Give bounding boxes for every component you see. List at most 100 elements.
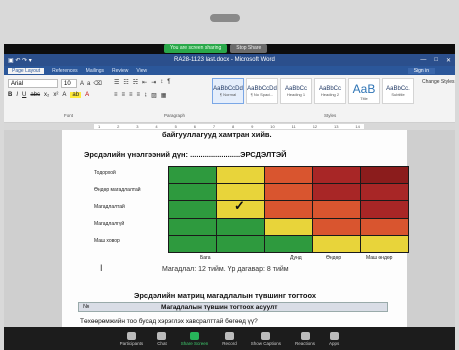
align-right-icon[interactable]: ≡ [129, 92, 133, 99]
style-title[interactable]: AaB Title [348, 78, 380, 104]
numbering-icon[interactable]: ☷ [123, 79, 128, 86]
risk-assessment-line: Эрсдэлийн үнэлгээний дүн: ..............… [84, 150, 287, 159]
y-label-unlikely: Магадлалгүй [94, 221, 125, 227]
paragraph-row: ☰ ☷ ☵ ⇤ ⇥ ↕ ¶ [114, 79, 170, 86]
horizontal-ruler[interactable]: 1 2 3 4 5 6 7 8 9 10 11 12 13 14 [4, 123, 455, 130]
apps-button[interactable]: Apps [329, 331, 340, 346]
tab-view[interactable]: View [136, 68, 147, 74]
style-subtitle[interactable]: AaBbCc. Subtitle [382, 78, 414, 104]
tab-mailings[interactable]: Mailings [86, 68, 104, 74]
underline-icon[interactable]: U [22, 92, 26, 98]
matrix-cell [360, 166, 409, 185]
body-text-line: байгууллагууд хамтран хийв. [162, 130, 272, 139]
style-name: Heading 1 [286, 91, 306, 97]
shrink-font-icon[interactable]: a [87, 81, 90, 87]
x-label-very-high: Маш өндөр [366, 255, 393, 261]
strikethrough-icon[interactable]: abc [30, 92, 40, 98]
superscript-icon[interactable]: x² [53, 92, 58, 98]
align-center-icon[interactable]: ≡ [122, 92, 126, 99]
clear-format-icon[interactable]: ⌫ [93, 80, 101, 87]
pilcrow-icon[interactable]: ¶ [167, 79, 170, 86]
text-effects-icon[interactable]: A [62, 92, 66, 98]
font-color-icon[interactable]: A [85, 92, 89, 98]
y-label-certain: Тодорхой [94, 170, 116, 176]
multilevel-icon[interactable]: ☵ [133, 79, 138, 86]
toolbar-label: Chat [157, 340, 167, 346]
question-table-header: № Магадлалын түвшин тогтоох асуулт [78, 302, 388, 312]
matrix-cell [168, 234, 217, 253]
style-no-spacing[interactable]: AaBbCcDd ¶ No Spaci... [246, 78, 278, 104]
window-controls: — □ ✕ [420, 57, 451, 64]
matrix-cell [264, 183, 313, 202]
tab-page-layout[interactable]: Page Layout [8, 67, 45, 74]
bold-icon[interactable]: B [8, 92, 12, 98]
matrix-cell [264, 234, 313, 253]
borders-icon[interactable]: ▦ [161, 92, 167, 99]
x-label-medium: Дунд [290, 255, 302, 261]
record-button[interactable]: Record [222, 331, 237, 346]
matrix-cell [168, 183, 217, 202]
ribbon-group-labels: Font Paragraph Styles [4, 113, 455, 121]
participants-icon [126, 331, 136, 340]
tab-review[interactable]: Review [112, 68, 128, 74]
risk-matrix: ✓ [168, 166, 409, 253]
change-styles-button[interactable]: Change Styles [422, 79, 455, 85]
matrix-cell [360, 217, 409, 236]
share-screen-button[interactable]: Share Screen [181, 331, 208, 346]
group-label-styles: Styles [324, 113, 337, 118]
align-left-icon[interactable]: ≡ [114, 92, 118, 99]
matrix-cell [216, 234, 265, 253]
matrix-cell [360, 183, 409, 202]
group-label-paragraph: Paragraph [164, 113, 186, 118]
italic-icon[interactable]: I [16, 92, 18, 98]
format-row: B I U abc x₂ x² A ab A [8, 92, 89, 98]
shading-icon[interactable]: ▨ [151, 92, 157, 99]
minimize-icon[interactable]: — [420, 57, 426, 64]
matrix-cell [216, 166, 265, 185]
matrix-cell [360, 234, 409, 253]
y-label-rare: Маш ховор [94, 238, 120, 244]
style-sample: AaB [352, 81, 376, 96]
record-icon [224, 331, 234, 340]
tab-references[interactable]: References [52, 68, 78, 74]
toolbar-label: Apps [329, 340, 340, 346]
sign-in-button[interactable]: Sign in [407, 68, 435, 74]
line-spacing-icon[interactable]: ↨ [144, 92, 147, 99]
matrix-cell [312, 166, 361, 185]
highlight-icon[interactable]: ab [70, 92, 82, 98]
participants-button[interactable]: Participants [120, 331, 143, 346]
word-titlebar: ▣ ↶ ↷ ▾ RA28-1123 last.docx - Microsoft … [4, 54, 455, 66]
style-heading-2[interactable]: AaBbCc Heading 2 [314, 78, 346, 104]
font-size-box[interactable]: 10 [61, 79, 77, 88]
font-row: Arial 10 A a ⌫ [8, 79, 102, 88]
justify-icon[interactable]: ≡ [137, 92, 141, 99]
document-page[interactable]: байгууллагууд хамтран хийв. Эрсдэлийн үн… [62, 130, 409, 345]
grow-font-icon[interactable]: A [80, 81, 84, 87]
subscript-icon[interactable]: x₂ [44, 92, 49, 98]
captions-button[interactable]: Show Captions [251, 331, 281, 346]
reactions-icon [300, 331, 310, 340]
text-cursor: I [100, 263, 103, 273]
increase-indent-icon[interactable]: ⇥ [151, 79, 156, 86]
maximize-icon[interactable]: □ [434, 57, 438, 64]
share-status-pill: You are screen sharing [164, 44, 228, 53]
style-normal[interactable]: AaBbCcDd ¶ Normal [212, 78, 244, 104]
chat-button[interactable]: Chat [157, 331, 167, 346]
style-name: Subtitle [391, 91, 405, 97]
risk-value: ЭРСДЭЛТЭЙ [240, 150, 287, 159]
bullets-icon[interactable]: ☰ [114, 79, 119, 86]
matrix-cell [312, 183, 361, 202]
matrix-cell [168, 200, 217, 219]
sort-icon[interactable]: ↕ [160, 79, 163, 86]
style-name: Heading 2 [320, 91, 340, 97]
matrix-cell [216, 217, 265, 236]
close-icon[interactable]: ✕ [446, 57, 451, 64]
reactions-button[interactable]: Reactions [295, 331, 315, 346]
stop-share-button[interactable]: Stop Share [230, 44, 268, 53]
font-name-box[interactable]: Arial [8, 79, 58, 88]
matrix-cell [264, 200, 313, 219]
likelihood-stats: Магадлал: 12 тийм. Үр дагавар: 8 тийм [162, 266, 289, 273]
decrease-indent-icon[interactable]: ⇤ [142, 79, 147, 86]
quick-access-toolbar[interactable]: ▣ ↶ ↷ ▾ [8, 57, 32, 64]
style-heading-1[interactable]: AaBbCc Heading 1 [280, 78, 312, 104]
